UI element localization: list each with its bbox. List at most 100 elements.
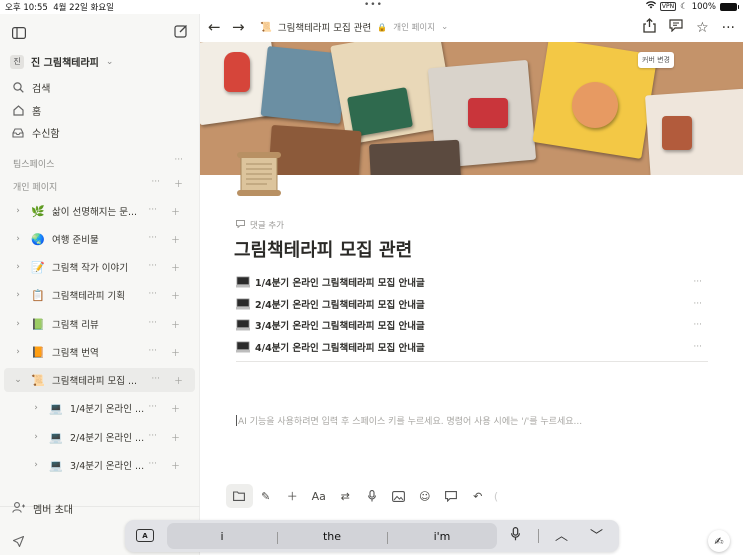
- chevron-right-icon[interactable]: ›: [12, 290, 24, 300]
- comment-icon[interactable]: [669, 19, 683, 36]
- status-time: 오후 10:55: [5, 3, 48, 13]
- chevron-right-icon[interactable]: ›: [12, 319, 24, 329]
- more-icon[interactable]: ···: [148, 346, 157, 359]
- breadcrumb[interactable]: 📜 그림책테라피 모집 관련 🔒 개인 페이지 ⌄: [260, 20, 449, 35]
- add-icon[interactable]: ＋: [171, 346, 180, 359]
- add-icon[interactable]: ＋: [171, 289, 180, 302]
- more-icon[interactable]: ···: [693, 277, 702, 287]
- multitask-dots-icon[interactable]: •••: [364, 0, 383, 10]
- add-icon[interactable]: ＋: [174, 374, 183, 387]
- sidebar-toggle-icon[interactable]: [12, 24, 27, 43]
- more-icon[interactable]: ···: [693, 342, 702, 352]
- back-arrow-icon[interactable]: ←: [208, 18, 221, 36]
- chevron-down-icon[interactable]: ⌄: [12, 375, 24, 385]
- add-icon[interactable]: ＋: [171, 205, 180, 218]
- private-add-icon[interactable]: ＋: [174, 177, 183, 190]
- plus-icon[interactable]: ＋: [279, 484, 306, 508]
- forward-arrow-icon[interactable]: →: [232, 18, 245, 36]
- add-icon[interactable]: ＋: [171, 459, 180, 472]
- teamspace-more-icon[interactable]: ···: [174, 155, 183, 165]
- ai-pen-icon[interactable]: ✎: [253, 484, 280, 508]
- more-menu-icon[interactable]: ···: [722, 20, 735, 36]
- chevron-right-icon[interactable]: ›: [12, 234, 24, 244]
- chevron-up-icon[interactable]: ︿: [555, 525, 568, 544]
- text-format-icon[interactable]: Aa: [306, 484, 333, 508]
- suggestion-item[interactable]: i: [167, 530, 277, 543]
- sidebar-page[interactable]: › 📋 그림책테라피 기획 ··· ＋: [0, 283, 196, 307]
- dictation-mic-icon[interactable]: [511, 527, 520, 545]
- chevron-right-icon[interactable]: ›: [12, 262, 24, 272]
- subpage-link[interactable]: 4/4분기 온라인 그림책테라피 모집 안내글 ···: [236, 336, 708, 357]
- star-icon[interactable]: ☆: [696, 20, 709, 36]
- subpage-link[interactable]: 2/4분기 온라인 그림책테라피 모집 안내글 ···: [236, 293, 708, 314]
- mic-icon[interactable]: [359, 484, 386, 508]
- undo-icon[interactable]: ↶: [465, 484, 492, 508]
- sidebar-page[interactable]: › 📗 그림책 리뷰 ··· ＋: [0, 312, 196, 336]
- new-page-icon[interactable]: [174, 23, 188, 42]
- section-teamspace[interactable]: 팀스페이스: [13, 157, 54, 170]
- subpage-link[interactable]: 1/4분기 온라인 그림책테라피 모집 안내글 ···: [236, 271, 708, 292]
- more-icon[interactable]: ···: [151, 374, 160, 387]
- add-icon[interactable]: ＋: [171, 402, 180, 415]
- send-icon[interactable]: [12, 532, 25, 551]
- change-cover-button[interactable]: 커버 변경: [638, 52, 674, 68]
- sidebar-subpage[interactable]: › 💻 3/4분기 온라인 ... ··· ＋: [0, 453, 196, 477]
- sidebar-page[interactable]: › 🌏 여행 준비물 ··· ＋: [0, 227, 196, 251]
- sidebar-page[interactable]: › 🌿 삶이 선명해지는 문... ··· ＋: [0, 199, 196, 223]
- more-icon[interactable]: ···: [148, 318, 157, 331]
- chevron-right-icon[interactable]: ›: [30, 403, 42, 413]
- more-icon[interactable]: ···: [148, 402, 157, 415]
- emoji-icon[interactable]: ☺: [412, 484, 439, 508]
- keyboard-toggle-button[interactable]: A: [136, 529, 154, 542]
- more-icon[interactable]: ···: [148, 289, 157, 302]
- more-icon[interactable]: ···: [148, 431, 157, 444]
- subpage-link[interactable]: 3/4분기 온라인 그림책테라피 모집 안내글 ···: [236, 314, 708, 335]
- sidebar-page-selected[interactable]: ⌄ 📜 그림책테라피 모집 ... ··· ＋: [4, 368, 195, 392]
- inbox-icon: [12, 127, 24, 139]
- chevron-down-icon: ⌄: [441, 22, 449, 32]
- text-caret: [236, 415, 237, 426]
- nav-search[interactable]: 검색: [12, 80, 50, 95]
- more-icon[interactable]: ···: [693, 320, 702, 330]
- page-title[interactable]: 그림책테라피 모집 관련: [234, 236, 412, 262]
- add-icon[interactable]: ＋: [171, 431, 180, 444]
- sidebar-subpage[interactable]: › 💻 2/4분기 온라인 ... ··· ＋: [0, 425, 196, 449]
- nav-home[interactable]: 홈: [12, 103, 41, 118]
- suggestion-item[interactable]: the: [277, 530, 387, 544]
- private-more-icon[interactable]: ···: [151, 177, 160, 190]
- add-icon[interactable]: ＋: [171, 318, 180, 331]
- add-comment-button[interactable]: 댓글 추가: [236, 219, 284, 231]
- workspace-switcher[interactable]: 진 진 그림책테라피 ⌄: [10, 54, 113, 69]
- chevron-right-icon[interactable]: ›: [30, 432, 42, 442]
- member-invite-button[interactable]: 멤버 초대: [12, 501, 73, 516]
- chevron-right-icon[interactable]: ›: [12, 347, 24, 357]
- more-icon[interactable]: ···: [148, 205, 157, 218]
- page-scroll-icon[interactable]: [235, 150, 283, 198]
- page-emoji-icon: 📙: [31, 345, 45, 359]
- editor-placeholder[interactable]: AI 기능을 사용하려면 입력 후 스페이스 키를 누르세요. 명령어 사용 시…: [236, 414, 582, 427]
- sidebar-page[interactable]: › 📙 그림책 번역 ··· ＋: [0, 340, 196, 364]
- scribble-pencil-icon[interactable]: ✍: [708, 530, 730, 552]
- page-emoji-icon: 📜: [31, 373, 45, 387]
- suggestion-item[interactable]: i'm: [387, 530, 497, 544]
- add-icon[interactable]: ＋: [171, 261, 180, 274]
- add-icon[interactable]: ＋: [171, 233, 180, 246]
- folder-icon[interactable]: [226, 484, 253, 508]
- sidebar-page[interactable]: › 📝 그림책 작가 이야기 ··· ＋: [0, 255, 196, 279]
- computer-icon: 💻: [49, 401, 63, 415]
- more-icon[interactable]: ···: [148, 233, 157, 246]
- redo-icon[interactable]: (: [491, 484, 501, 508]
- share-icon[interactable]: [643, 18, 656, 37]
- more-icon[interactable]: ···: [148, 261, 157, 274]
- chevron-right-icon[interactable]: ›: [12, 206, 24, 216]
- more-icon[interactable]: ···: [693, 299, 702, 309]
- turn-into-icon[interactable]: ⇄: [332, 484, 359, 508]
- chevron-right-icon[interactable]: ›: [30, 460, 42, 470]
- chevron-down-icon[interactable]: ﹀: [590, 525, 603, 544]
- comment-icon[interactable]: [438, 484, 465, 508]
- more-icon[interactable]: ···: [148, 459, 157, 472]
- image-icon[interactable]: [385, 484, 412, 508]
- sidebar-subpage[interactable]: › 💻 1/4분기 온라인 ... ··· ＋: [0, 396, 196, 420]
- section-private[interactable]: 개인 페이지: [13, 180, 57, 193]
- nav-inbox[interactable]: 수신함: [12, 125, 60, 140]
